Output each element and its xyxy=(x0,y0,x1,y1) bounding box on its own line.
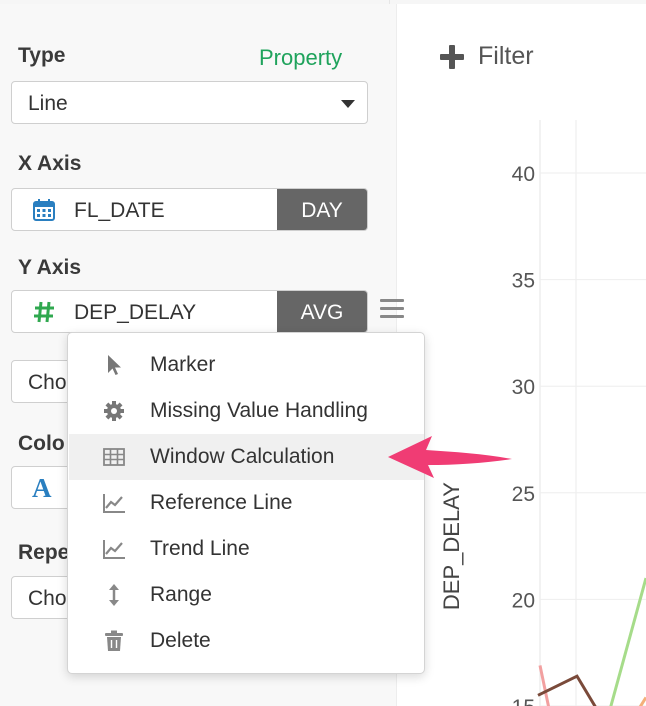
trash-icon xyxy=(105,630,123,651)
menu-item-missing-value-handling[interactable]: Missing Value Handling xyxy=(69,388,424,434)
y-axis-label: Y Axis xyxy=(18,256,82,279)
line-chart: 40 35 30 25 20 15 DEP_DELAY xyxy=(430,110,646,706)
menu-item-label: Range xyxy=(150,583,212,606)
x-axis-aggregation-button[interactable]: DAY xyxy=(277,189,367,230)
chart-svg: 40 35 30 25 20 15 DEP_DELAY xyxy=(439,120,646,706)
table-icon xyxy=(103,448,125,466)
choose-dropdown-2-text: Cho xyxy=(28,587,67,610)
y-axis-field[interactable]: DEP_DELAY AVG xyxy=(11,290,368,333)
menu-item-marker[interactable]: Marker xyxy=(69,342,424,388)
y-tick-label: 30 xyxy=(512,376,535,399)
repeat-label: Repe xyxy=(18,541,70,564)
menu-item-label: Delete xyxy=(150,629,211,652)
x-axis-field[interactable]: FL_DATE DAY xyxy=(11,188,368,231)
y-tick-label: 25 xyxy=(512,483,535,506)
menu-item-delete[interactable]: Delete xyxy=(69,618,424,664)
type-label: Type xyxy=(18,44,66,67)
series-line-4 xyxy=(638,696,646,706)
x-axis-label: X Axis xyxy=(18,152,82,175)
annotation-arrow xyxy=(388,436,512,478)
y-axis-title: DEP_DELAY xyxy=(439,482,464,610)
series-line-1 xyxy=(538,665,550,706)
gear-icon xyxy=(104,401,124,421)
choose-dropdown-1-text: Cho xyxy=(28,371,67,394)
menu-item-range[interactable]: Range xyxy=(69,572,424,618)
calendar-icon xyxy=(33,199,55,221)
plus-icon xyxy=(440,45,464,69)
color-label: Colo xyxy=(18,432,65,455)
menu-item-window-calculation[interactable]: Window Calculation xyxy=(69,434,424,480)
menu-item-label: Trend Line xyxy=(150,537,250,560)
series-line-3 xyxy=(609,577,646,706)
y-tick-label: 15 xyxy=(512,696,535,706)
vertical-arrows-icon xyxy=(109,584,119,606)
y-axis-aggregation-button[interactable]: AVG xyxy=(277,291,367,332)
y-axis-menu-icon[interactable] xyxy=(380,299,404,319)
line-chart-icon xyxy=(103,494,125,513)
y-tick-label: 40 xyxy=(512,163,535,186)
menu-item-label: Marker xyxy=(150,353,216,376)
y-tick-label: 20 xyxy=(512,589,535,612)
filter-label: Filter xyxy=(478,42,534,70)
chart-type-select[interactable]: Line xyxy=(11,81,368,124)
line-chart-icon xyxy=(103,540,125,559)
property-link[interactable]: Property xyxy=(259,45,342,71)
menu-item-label: Reference Line xyxy=(150,491,293,514)
pointer-icon xyxy=(108,355,121,375)
text-type-icon: A xyxy=(32,473,52,503)
menu-item-label: Missing Value Handling xyxy=(150,399,368,422)
menu-item-trend-line[interactable]: Trend Line xyxy=(69,526,424,572)
y-tick-label: 35 xyxy=(512,270,535,293)
y-axis-field-name: DEP_DELAY xyxy=(74,301,197,324)
y-axis-context-menu: Marker Missing Value Handling Window Cal… xyxy=(67,332,425,674)
chevron-down-icon xyxy=(341,100,355,108)
chart-type-value: Line xyxy=(28,92,68,115)
menu-item-reference-line[interactable]: Reference Line xyxy=(69,480,424,526)
hash-icon xyxy=(34,301,54,323)
menu-item-label: Window Calculation xyxy=(150,445,335,468)
x-axis-field-name: FL_DATE xyxy=(74,199,165,222)
